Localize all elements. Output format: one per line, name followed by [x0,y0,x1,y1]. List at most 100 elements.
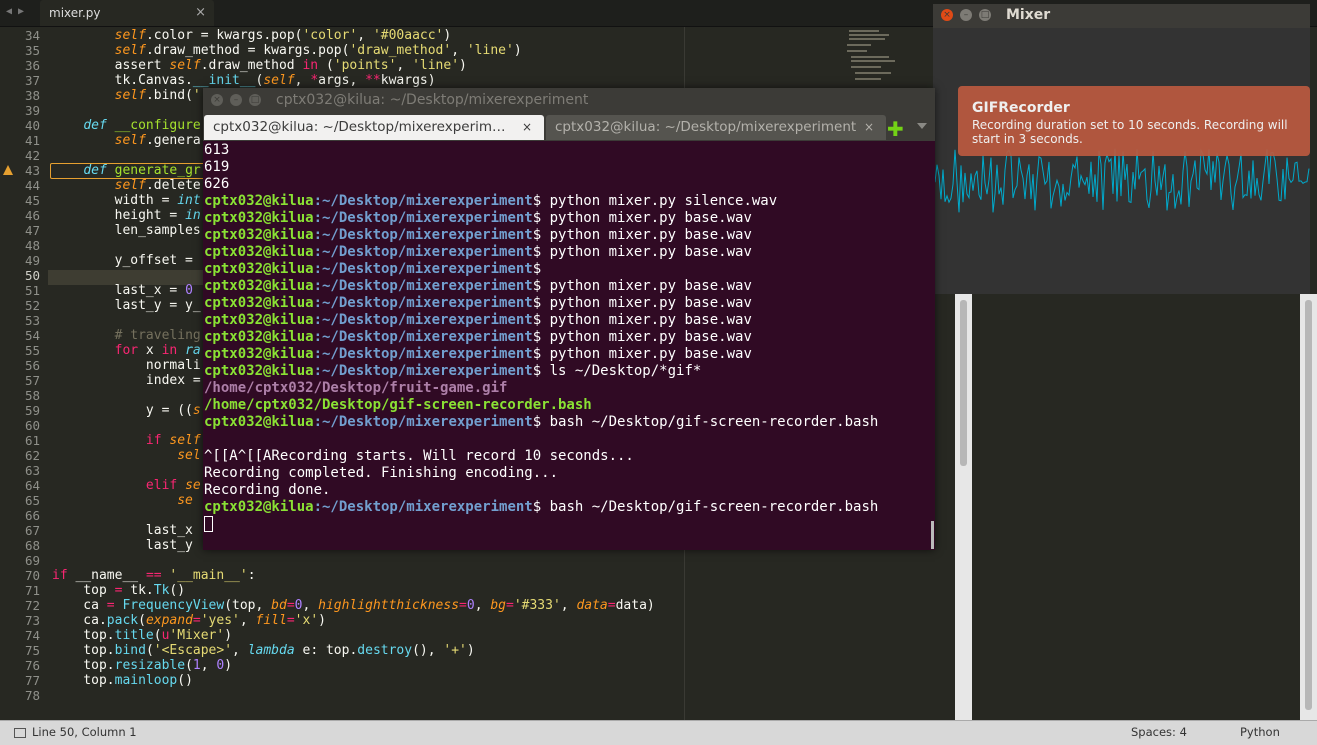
terminal-window[interactable]: × – □ cptx032@kilua: ~/Desktop/mixerexpe… [203,88,935,550]
mixer-title: Mixer [1006,7,1051,23]
code-line: self.color = kwargs.pop('color', '#00aac… [114,28,452,43]
terminal-tab-label: cptx032@kilua: ~/Desktop/mixerexperiment [555,119,857,135]
terminal-output[interactable]: 613 619 626 cptx032@kilua:~/Desktop/mixerex… [203,141,935,550]
code-line: top.title(u'Mixer') [52,628,233,643]
status-bar: Line 50, Column 1 Spaces: 4 Python [0,720,1317,745]
prompt-user: cptx032@kilua [204,329,314,345]
line-number: 35 [24,43,40,58]
new-tab-icon[interactable]: ✚ [887,117,904,141]
tab-menu-icon[interactable] [917,123,927,129]
line-number: 67 [24,523,40,538]
terminal-titlebar[interactable]: × – □ cptx032@kilua: ~/Desktop/mixerexpe… [203,88,935,114]
terminal-tab-label: cptx032@kilua: ~/Desktop/mixerexperim… [213,119,506,135]
terminal-scrollbar[interactable] [930,141,935,550]
scrollbar-thumb[interactable] [960,300,967,466]
waveform-line [933,148,1310,213]
line-number: 72 [24,598,40,613]
minimize-icon[interactable]: – [230,94,242,106]
indentation-selector[interactable]: Spaces: 4 [1131,725,1187,739]
code-line: self.draw_method = kwargs.pop('draw_meth… [114,43,522,58]
waveform-canvas[interactable] [933,28,1310,294]
code-line: top.mainloop() [52,673,193,688]
line-number: 78 [24,688,40,703]
scrollbar-thumb-2[interactable] [1305,300,1312,710]
line-number: 37 [24,73,40,88]
terminal-tab-1[interactable]: cptx032@kilua: ~/Desktop/mixerexperim… × [204,115,544,140]
line-number: 76 [24,658,40,673]
prompt-command: $ python mixer.py base.wav [532,227,752,243]
prompt-path: :~/Desktop/mixerexperiment [313,278,533,294]
prompt-command: $ python mixer.py base.wav [532,278,752,294]
code-line: tk.Canvas.__init__(self, *args, **kwargs… [52,73,436,88]
line-number: 40 [24,118,40,133]
line-number: 52 [24,298,40,313]
minimap[interactable] [845,30,935,90]
prompt-path: :~/Desktop/mixerexperiment [313,312,533,328]
mixer-titlebar[interactable]: × – □ Mixer [933,4,1310,28]
code-line: # traveling [114,328,201,343]
code-line: top.resizable(1, 0) [52,658,233,673]
line-number: 48 [24,238,40,253]
close-icon[interactable]: × [941,9,953,21]
line-number: 45 [24,193,40,208]
line-number: 54 [24,328,40,343]
terminal-line: cptx032@kilua:~/Desktop/mixerexperiment$… [204,295,752,312]
code-line: self.bind(' [114,88,201,103]
tab-scroll-arrows-icon[interactable]: ◀ ▶ [6,6,24,17]
code-line: if self [145,433,201,448]
prompt-command: $ python mixer.py base.wav [532,329,752,345]
minimize-icon[interactable]: – [960,9,972,21]
prompt-path: :~/Desktop/mixerexperiment [313,261,533,277]
terminal-tab-2[interactable]: cptx032@kilua: ~/Desktop/mixerexperiment… [546,115,886,140]
line-number: 73 [24,613,40,628]
editor-tab-mixer-py[interactable]: mixer.py × [40,0,214,26]
terminal-scrollbar-thumb[interactable] [931,521,934,549]
code-line: index = [52,373,201,388]
code-line: top.bind('<Escape>', lambda e: top.destr… [52,643,475,658]
line-number: 56 [24,358,40,373]
code-line: width = int [52,193,201,208]
close-icon[interactable]: × [522,115,532,140]
prompt-user: cptx032@kilua [204,414,314,430]
line-number: 61 [24,433,40,448]
close-icon[interactable]: × [864,115,874,140]
line-number: 42 [24,148,40,163]
maximize-icon[interactable]: □ [979,9,991,21]
line-number: 65 [24,493,40,508]
terminal-line: /home/cptx032/Desktop/gif-screen-recorde… [204,397,592,413]
terminal-cursor [204,516,213,532]
maximize-icon[interactable]: □ [249,94,261,106]
code-line: ca.pack(expand='yes', fill='x') [52,613,326,628]
line-number: 55 [24,343,40,358]
code-line: self.delete [114,178,201,193]
code-line: if __name__ == '__main__': [52,568,256,583]
terminal-line: /home/cptx032/Desktop/fruit-game.gif [204,380,508,396]
code-line: ca = FrequencyView(top, bd=0, highlightt… [52,598,655,613]
code-line: sel [177,448,201,463]
prompt-command: $ bash ~/Desktop/gif-screen-recorder.bas… [532,499,879,515]
prompt-path: :~/Desktop/mixerexperiment [313,499,533,515]
panel-toggle-icon[interactable] [14,728,26,738]
close-icon[interactable]: × [211,94,223,106]
line-number: 70 [24,568,40,583]
terminal-line: cptx032@kilua:~/Desktop/mixerexperiment$… [204,244,752,261]
prompt-path: :~/Desktop/mixerexperiment [313,414,533,430]
syntax-selector[interactable]: Python [1240,725,1280,739]
code-line: def __configure [83,118,201,133]
prompt-path: :~/Desktop/mixerexperiment [313,346,533,362]
code-line: elif se [145,478,201,493]
prompt-user: cptx032@kilua [204,210,314,226]
terminal-line: Recording completed. Finishing encoding.… [204,465,559,481]
prompt-user: cptx032@kilua [204,244,314,260]
line-number: 58 [24,388,40,403]
code-line: len_samples [52,223,201,238]
right-pane [972,294,1300,720]
prompt-user: cptx032@kilua [204,312,314,328]
prompt-path: :~/Desktop/mixerexperiment [313,210,533,226]
terminal-line: cptx032@kilua:~/Desktop/mixerexperiment$… [204,278,752,295]
line-number: 43 [24,163,40,178]
terminal-line: cptx032@kilua:~/Desktop/mixerexperiment$… [204,193,777,210]
prompt-command: $ python mixer.py silence.wav [532,193,778,209]
code-line: top = tk.Tk() [52,583,186,598]
close-icon[interactable]: × [195,0,206,26]
